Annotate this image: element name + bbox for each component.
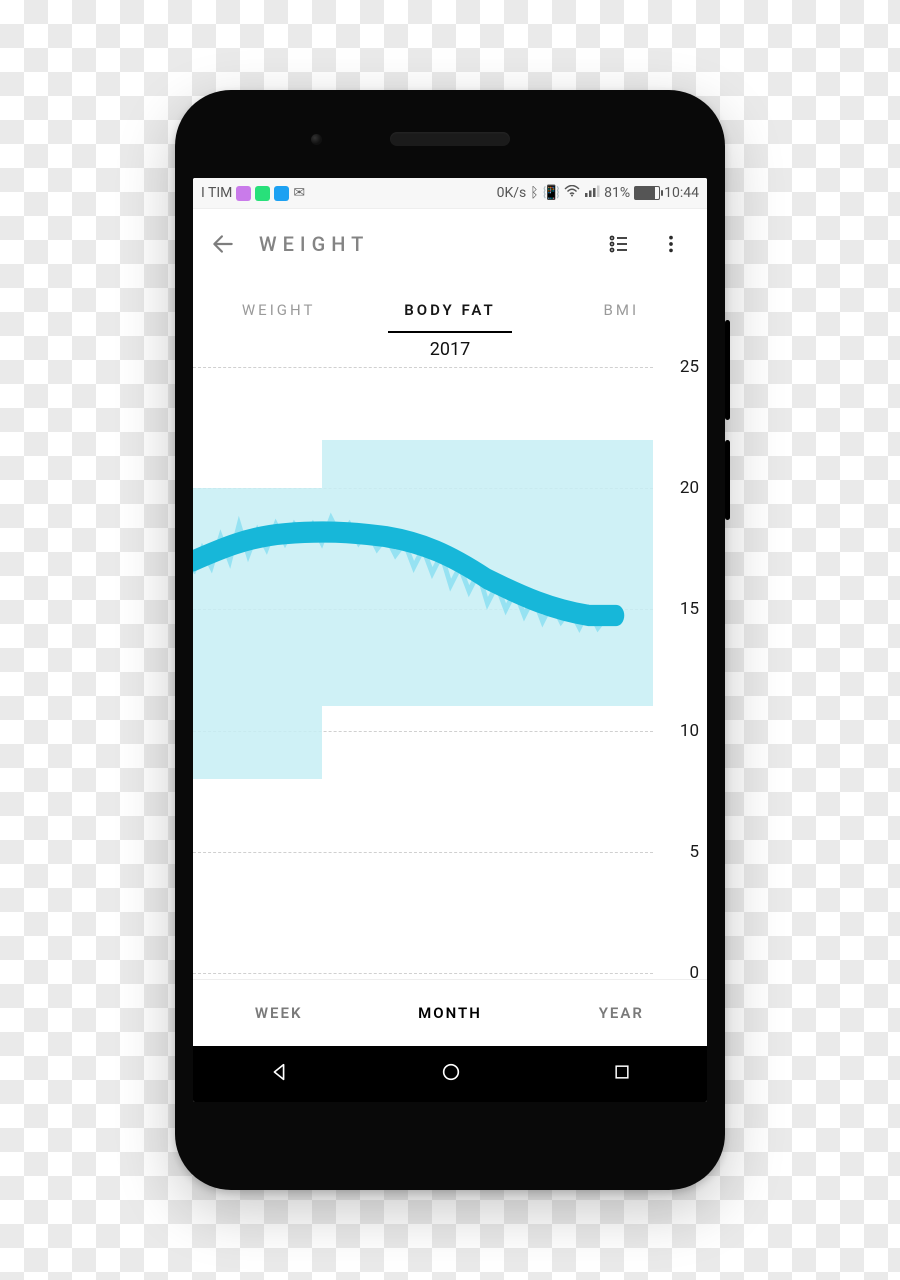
y-tick: 5 [689,842,699,862]
range-picker: WEEK MONTH YEAR [193,979,707,1046]
status-bar: I TIM ✉ 0K/s ᛒ 📳 81% 10:44 [193,178,707,209]
bullet-list-icon [607,232,631,256]
overflow-menu-button[interactable] [649,222,693,266]
clock: 10:44 [664,185,699,201]
nav-recent-button[interactable] [612,1062,632,1086]
triangle-back-icon [268,1061,290,1083]
more-vert-icon [660,233,682,255]
gridline [193,973,653,974]
range-week[interactable]: WEEK [193,1004,364,1022]
phone-camera [311,134,322,145]
chart-year-label: 2017 [430,339,470,360]
vibrate-icon: 📳 [543,185,560,201]
square-recent-icon [612,1062,632,1082]
range-month[interactable]: MONTH [364,1004,535,1022]
tab-weight[interactable]: WEIGHT [193,301,364,333]
mail-icon: ✉ [293,185,305,201]
tab-bodyfat[interactable]: BODY FAT [364,301,535,333]
y-tick: 25 [680,357,699,377]
notif-icon [255,186,270,201]
circle-home-icon [440,1061,462,1083]
arrow-left-icon [210,231,236,257]
nav-home-button[interactable] [440,1061,462,1087]
signal-icon [584,185,600,201]
range-year[interactable]: YEAR [536,1004,707,1022]
page-title: WEIGHT [259,232,369,256]
list-view-button[interactable] [597,222,641,266]
battery-pct: 81% [604,185,630,201]
screen: I TIM ✉ 0K/s ᛒ 📳 81% 10:44 [193,178,707,1102]
nav-back-button[interactable] [268,1061,290,1087]
y-axis: 25 20 15 10 5 0 [653,367,707,973]
carrier-label: I TIM [201,185,232,201]
wifi-icon [564,185,580,201]
y-tick: 15 [680,599,699,619]
bluetooth-icon: ᛒ [530,185,538,201]
net-speed: 0K/s [497,185,527,201]
y-tick: 0 [689,963,699,983]
y-tick: 20 [680,478,699,498]
phone-speaker [390,132,510,146]
tab-bmi[interactable]: BMI [536,301,707,333]
hw-button [725,440,730,520]
android-nav-bar [193,1046,707,1102]
phone-frame: I TIM ✉ 0K/s ᛒ 📳 81% 10:44 [175,90,725,1190]
app-header: WEIGHT [193,209,707,279]
y-tick: 10 [680,721,699,741]
hw-button [725,320,730,420]
metric-tabs: WEIGHT BODY FAT BMI [193,279,707,333]
chart-svg [193,367,653,973]
notif-icon [274,186,289,201]
back-button[interactable] [201,222,245,266]
chart-area[interactable]: 2017 [193,333,707,979]
battery-icon [634,186,660,200]
notif-icon [236,186,251,201]
chart-plot [193,367,653,973]
